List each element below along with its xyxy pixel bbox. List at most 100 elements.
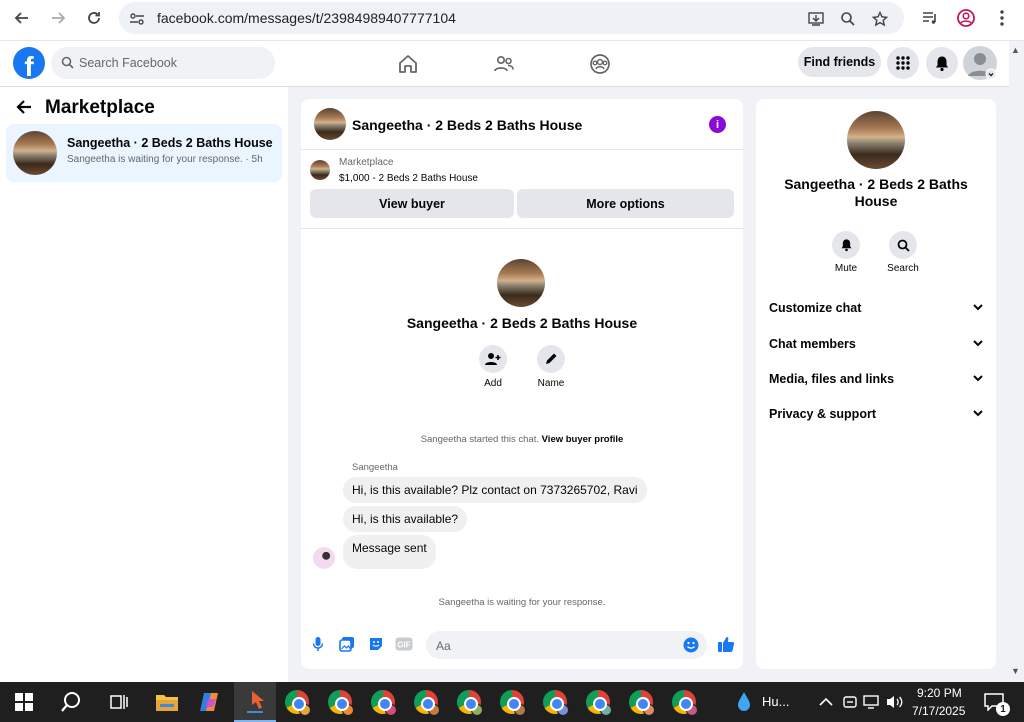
svg-text:GIF: GIF: [397, 641, 410, 650]
bookmark-star-icon[interactable]: [871, 10, 889, 28]
conversation-name: Sangeetha · 2 Beds 2 Baths House: [67, 136, 273, 150]
scroll-up-arrow-icon[interactable]: ▲: [1011, 45, 1021, 55]
friends-icon[interactable]: [491, 51, 517, 77]
message-bubble[interactable]: Hi, is this available? Plz contact on 73…: [343, 477, 647, 503]
chrome-profile-icon[interactable]: [670, 688, 698, 716]
sender-avatar[interactable]: [313, 547, 335, 569]
clock-time[interactable]: 9:20 PM: [917, 686, 962, 700]
chat-header: Sangeetha · 2 Beds 2 Baths House i: [301, 99, 743, 150]
listing-thumbnail[interactable]: [310, 160, 330, 180]
chrome-profile-icon[interactable]: [283, 688, 311, 716]
message-bubble[interactable]: Hi, is this available?: [343, 506, 468, 532]
chevron-down-icon: [973, 373, 983, 385]
started-text: Sangeetha started this chat.: [420, 434, 539, 445]
message-bubble[interactable]: Message sent: [343, 535, 436, 569]
notifications-bell-icon[interactable]: [926, 47, 958, 79]
privacy-support-section[interactable]: Privacy & support: [769, 404, 983, 424]
section-label: Chat members: [769, 337, 856, 351]
facebook-logo-icon[interactable]: f: [13, 47, 45, 79]
listing-price-title[interactable]: $1,000 - 2 Beds 2 Baths House: [339, 173, 478, 184]
profile-icon[interactable]: [955, 8, 977, 28]
chrome-profile-icon[interactable]: [627, 688, 655, 716]
add-action[interactable]: Add: [463, 345, 523, 389]
weather-drop-icon[interactable]: [730, 688, 758, 716]
address-bar[interactable]: facebook.com/messages/t/2398498940777710…: [119, 2, 904, 34]
forward-icon[interactable]: [47, 8, 69, 28]
back-arrow-icon[interactable]: [15, 99, 33, 120]
chrome-profile-icon[interactable]: [326, 688, 354, 716]
like-thumb-icon[interactable]: [716, 634, 736, 654]
photo-icon[interactable]: [338, 635, 356, 653]
chat-panel: Sangeetha · 2 Beds 2 Baths House i Marke…: [301, 99, 743, 669]
install-icon[interactable]: [807, 10, 825, 28]
chat-title[interactable]: Sangeetha · 2 Beds 2 Baths House: [352, 117, 582, 133]
chat-header-avatar[interactable]: [314, 108, 346, 140]
section-label: Privacy & support: [769, 407, 876, 421]
site-settings-icon[interactable]: [128, 10, 146, 28]
name-action[interactable]: Name: [521, 345, 581, 389]
more-options-button[interactable]: More options: [517, 189, 734, 218]
browser-toolbar: facebook.com/messages/t/2398498940777710…: [0, 0, 1024, 41]
windows-start-icon[interactable]: [10, 688, 38, 716]
conversation-item[interactable]: Sangeetha · 2 Beds 2 Baths House Sangeet…: [6, 124, 282, 182]
chrome-profile-icon[interactable]: [541, 688, 569, 716]
marketplace-label: Marketplace: [339, 157, 394, 168]
active-app-icon[interactable]: [241, 688, 269, 716]
media-icon[interactable]: [919, 8, 941, 28]
view-buyer-profile-link[interactable]: View buyer profile: [542, 434, 624, 445]
add-person-icon[interactable]: [479, 345, 507, 373]
details-avatar[interactable]: [847, 111, 905, 169]
search-label: Search: [887, 263, 919, 274]
back-icon[interactable]: [11, 8, 33, 28]
mute-label: Mute: [834, 263, 858, 274]
copilot-icon[interactable]: [196, 688, 224, 716]
chat-started-notice: Sangeetha started this chat. View buyer …: [301, 434, 743, 445]
media-files-links-section[interactable]: Media, files and links: [769, 369, 983, 389]
home-icon[interactable]: [395, 51, 421, 77]
mute-action[interactable]: Mute: [821, 231, 871, 274]
info-icon[interactable]: i: [709, 116, 726, 133]
file-explorer-icon[interactable]: [153, 688, 181, 716]
chrome-profile-icon[interactable]: [498, 688, 526, 716]
search-icon[interactable]: [889, 231, 917, 259]
emoji-icon[interactable]: [683, 637, 699, 658]
facebook-header: f Search Facebook Find friends: [0, 41, 1009, 87]
menu-icon[interactable]: [991, 8, 1013, 28]
zoom-icon[interactable]: [839, 10, 857, 28]
conversation-preview: Sangeetha is waiting for your response. …: [67, 154, 263, 165]
menu-grid-icon[interactable]: [887, 47, 919, 79]
chrome-profile-icon[interactable]: [455, 688, 483, 716]
marketplace-sidebar: Marketplace Sangeetha · 2 Beds 2 Baths H…: [0, 87, 288, 682]
customize-chat-section[interactable]: Customize chat: [769, 298, 983, 318]
search-icon[interactable]: [57, 688, 85, 716]
notifications-icon[interactable]: 1: [980, 688, 1010, 716]
url-text[interactable]: facebook.com/messages/t/2398498940777710…: [157, 10, 456, 26]
find-friends-button[interactable]: Find friends: [798, 47, 881, 77]
sticker-icon[interactable]: [367, 635, 385, 653]
conversation-avatar: [497, 259, 545, 307]
chrome-profile-icon[interactable]: [584, 688, 612, 716]
chat-members-section[interactable]: Chat members: [769, 334, 983, 354]
bell-icon[interactable]: [832, 231, 860, 259]
notification-count-badge: 1: [996, 702, 1010, 716]
conversation-title: Sangeetha · 2 Beds 2 Baths House: [406, 315, 638, 331]
microphone-icon[interactable]: [309, 635, 327, 653]
groups-icon[interactable]: [587, 51, 613, 77]
search-facebook-input[interactable]: Search Facebook: [51, 47, 275, 79]
gif-icon[interactable]: GIF: [395, 635, 413, 653]
chrome-profile-icon[interactable]: [412, 688, 440, 716]
scroll-down-arrow-icon[interactable]: ▼: [1011, 666, 1021, 676]
weather-text[interactable]: Hu...: [762, 694, 789, 709]
clock-date[interactable]: 7/17/2025: [912, 704, 965, 718]
search-action[interactable]: Search: [878, 231, 928, 274]
view-buyer-button[interactable]: View buyer: [310, 189, 514, 218]
sender-name: Sangeetha: [352, 462, 398, 473]
marketplace-listing-strip: Marketplace $1,000 - 2 Beds 2 Baths Hous…: [301, 150, 743, 229]
volume-icon[interactable]: [880, 688, 908, 716]
chrome-profile-icon[interactable]: [369, 688, 397, 716]
task-view-icon[interactable]: [105, 688, 133, 716]
reload-icon[interactable]: [83, 8, 105, 28]
pencil-icon[interactable]: [537, 345, 565, 373]
account-avatar[interactable]: [963, 46, 997, 80]
message-input[interactable]: Aa: [426, 631, 707, 659]
